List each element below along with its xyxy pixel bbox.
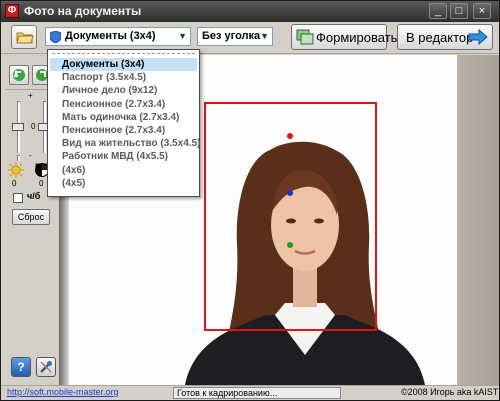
open-file-button[interactable] <box>11 25 37 49</box>
arrow-right-icon <box>468 29 488 45</box>
crown-marker[interactable] <box>287 133 293 139</box>
main-window: Ф Фото на документы _ □ × Документы (3x4… <box>0 0 500 401</box>
reset-button[interactable]: Сброс <box>12 209 50 225</box>
help-icon: ? <box>17 360 25 374</box>
dropdown-item[interactable]: Пенсионное (2.7x3.4) <box>50 124 197 137</box>
maximize-icon: □ <box>455 5 463 17</box>
photo-background-wall <box>457 55 499 385</box>
brightness-value: 0 <box>12 179 17 188</box>
minimize-button[interactable]: _ <box>429 3 447 19</box>
form-button[interactable]: Формировать <box>291 24 397 50</box>
slider-plus-label: + <box>28 91 33 100</box>
help-button[interactable]: ? <box>11 357 31 377</box>
dropdown-item[interactable]: Мать одиночка (2.7x3.4) <box>50 111 197 124</box>
bw-checkbox[interactable] <box>13 193 23 203</box>
title-bar: Ф Фото на документы _ □ × <box>1 1 499 22</box>
dropdown-item[interactable]: Работник МВД (4x5.5) <box>50 150 197 163</box>
brightness-slider-track[interactable] <box>17 155 20 161</box>
rotate-left-icon <box>13 69 25 81</box>
close-icon: × <box>478 5 486 17</box>
corner-value: Без уголка <box>202 30 261 42</box>
chevron-down-icon: ▼ <box>178 31 187 41</box>
close-button[interactable]: × <box>473 3 491 19</box>
dropdown-item[interactable]: Документы (3x4) <box>50 58 197 71</box>
zoom-slider-thumb[interactable] <box>12 123 24 131</box>
dropdown-item[interactable]: Вид на жительство (3.5x4.5) <box>50 137 200 150</box>
document-type-select[interactable]: Документы (3x4) ▼ <box>45 27 191 46</box>
bw-checkbox-label: ч/б <box>27 191 41 201</box>
corner-select[interactable]: Без уголка ▼ <box>197 27 273 46</box>
photos-icon <box>296 29 314 45</box>
to-editor-button-label: В редактор <box>406 30 474 45</box>
dropdown-divider <box>52 53 195 54</box>
settings-tool-button[interactable] <box>36 357 56 377</box>
dropdown-item[interactable]: Пенсионное (2.7x3.4) <box>50 98 197 111</box>
open-folder-icon <box>16 32 34 44</box>
to-editor-button[interactable]: В редактор <box>397 24 493 50</box>
dropdown-item[interactable]: (4x6) <box>50 164 197 177</box>
status-field: Готов к кадрированию... <box>173 387 341 399</box>
shield-icon <box>50 31 61 43</box>
tools-icon <box>40 361 52 373</box>
status-bar: http://soft.mobile-master.org Готов к ка… <box>1 385 499 400</box>
form-button-label: Формировать <box>316 30 398 45</box>
window-title: Фото на документы <box>24 4 142 18</box>
maximize-button[interactable]: □ <box>450 3 468 19</box>
slider-minus-label: - <box>29 151 32 160</box>
eyes-marker[interactable] <box>287 190 293 196</box>
status-text: Готов к кадрированию... <box>177 388 278 398</box>
zoom-slider-value: 0 <box>31 122 36 131</box>
chin-marker[interactable] <box>287 242 293 248</box>
document-type-dropdown[interactable]: Документы (3x4) Паспорт (3.5x4.5) Личное д… <box>47 49 200 197</box>
dropdown-item[interactable]: Личное дело (9x12) <box>50 84 197 97</box>
minimize-icon: _ <box>434 5 442 17</box>
brightness-icon <box>8 162 24 178</box>
contrast-value: 0 <box>39 179 44 188</box>
website-link[interactable]: http://soft.mobile-master.org <box>7 387 119 397</box>
dropdown-item[interactable]: (4x5) <box>50 177 197 190</box>
dropdown-item[interactable]: Паспорт (3.5x4.5) <box>50 71 197 84</box>
app-icon: Ф <box>5 4 19 18</box>
document-type-value: Документы (3x4) <box>65 30 156 42</box>
chevron-down-icon: ▼ <box>260 31 269 41</box>
rotate-left-button[interactable] <box>9 65 29 85</box>
copyright-text: ©2008 Игорь aka kAIST <box>401 387 499 397</box>
